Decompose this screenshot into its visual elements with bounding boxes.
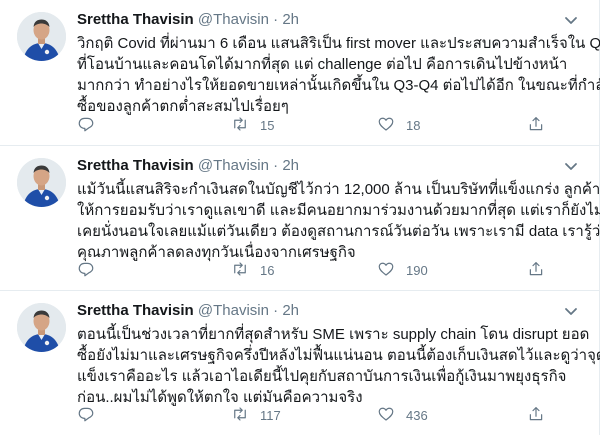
reply-button[interactable] — [77, 405, 106, 425]
tweet-text-line: ซื้อของลูกค้าตกต่ำสะสมไปเรื่อยๆ — [77, 98, 289, 115]
tweet-actions: 117 436 — [77, 405, 577, 425]
display-name[interactable]: Srettha Thavisin — [77, 302, 194, 319]
avatar[interactable] — [17, 303, 66, 352]
heart-icon — [377, 115, 395, 136]
reply-icon — [77, 405, 95, 426]
tweet-text-line: มากกว่า ทำอย่างไรให้ยอดขายเหล่านั้นเกิดข… — [77, 77, 600, 94]
share-button[interactable] — [527, 260, 545, 280]
retweet-icon — [231, 405, 249, 426]
tweet-text-line: ให้การยอมรับว่าเราดูแลเขาดี และมีคนอยากม… — [77, 202, 600, 219]
share-icon — [527, 405, 545, 426]
reply-icon — [77, 260, 95, 281]
share-button[interactable] — [527, 405, 545, 425]
tweet-actions: 16 190 — [77, 260, 577, 280]
tweet-actions: 15 18 — [77, 115, 577, 135]
like-count: 436 — [406, 407, 428, 423]
like-button[interactable]: 436 — [377, 405, 428, 425]
reply-icon — [77, 115, 95, 136]
like-count: 18 — [406, 117, 421, 133]
separator-dot: · — [273, 11, 279, 28]
reply-button[interactable] — [77, 260, 106, 280]
tweet[interactable]: Srettha Thavisin @Thavisin · 2h ตอนนี้เป… — [0, 291, 600, 435]
retweet-count: 16 — [260, 262, 275, 278]
tweet-text: วิกฤติ Covid ที่ผ่านมา 6 เดือน แสนสิริเป… — [77, 33, 600, 117]
tweet-header: Srettha Thavisin @Thavisin · 2h — [77, 301, 299, 321]
retweet-count: 117 — [260, 407, 281, 423]
share-icon — [527, 260, 545, 281]
tweet-text-line: แม้วันนี้แสนสิริจะกำเงินสดในบัญชีไว้กว่า… — [77, 181, 600, 198]
reply-button[interactable] — [77, 115, 106, 135]
chevron-down-icon[interactable] — [559, 8, 583, 32]
tweet-text-line: ตอนนี้เป็นช่วงเวลาที่ยากที่สุดสำหรับ SME… — [77, 326, 590, 343]
tweet-text-line: วิกฤติ Covid ที่ผ่านมา 6 เดือน แสนสิริเป… — [77, 35, 600, 52]
chevron-down-icon[interactable] — [559, 299, 583, 323]
tweet-text-line: เคยนั่งนอนใจเลยแม้แต่วันเดียว ต้องดูสถาน… — [77, 223, 600, 240]
timestamp[interactable]: 2h — [282, 11, 299, 28]
retweet-button[interactable]: 15 — [231, 115, 274, 135]
like-count: 190 — [406, 262, 428, 278]
user-handle[interactable]: @Thavisin — [198, 11, 269, 28]
user-handle[interactable]: @Thavisin — [198, 157, 269, 174]
tweet-text: ตอนนี้เป็นช่วงเวลาที่ยากที่สุดสำหรับ SME… — [77, 324, 600, 408]
tweet-text: แม้วันนี้แสนสิริจะกำเงินสดในบัญชีไว้กว่า… — [77, 179, 600, 263]
separator-dot: · — [273, 302, 279, 319]
timestamp[interactable]: 2h — [282, 302, 299, 319]
retweet-button[interactable]: 117 — [231, 405, 281, 425]
avatar[interactable] — [17, 158, 66, 207]
share-button[interactable] — [527, 115, 545, 135]
tweet-header: Srettha Thavisin @Thavisin · 2h — [77, 10, 299, 30]
retweet-count: 15 — [260, 117, 275, 133]
separator-dot: · — [273, 157, 279, 174]
tweet-text-line: แข็งเราคืออะไร แล้วเอาไอเดียนี้ไปคุยกับส… — [77, 368, 567, 385]
tweet-text-line: ที่โอนบ้านและคอนโดได้มากที่สุด แต่ chall… — [77, 56, 568, 73]
tweet-text-line: ซื้อยังไม่มาและเศรษฐกิจครึ่งปีหลังไม่ฟื้… — [77, 347, 600, 364]
display-name[interactable]: Srettha Thavisin — [77, 11, 194, 28]
retweet-button[interactable]: 16 — [231, 260, 274, 280]
tweet[interactable]: Srettha Thavisin @Thavisin · 2h วิกฤติ C… — [0, 0, 600, 146]
display-name[interactable]: Srettha Thavisin — [77, 157, 194, 174]
timeline: Srettha Thavisin @Thavisin · 2h วิกฤติ C… — [0, 0, 600, 435]
share-icon — [527, 115, 545, 136]
tweet-header: Srettha Thavisin @Thavisin · 2h — [77, 156, 299, 176]
avatar[interactable] — [17, 12, 66, 61]
like-button[interactable]: 18 — [377, 115, 420, 135]
chevron-down-icon[interactable] — [559, 154, 583, 178]
like-button[interactable]: 190 — [377, 260, 428, 280]
tweet[interactable]: Srettha Thavisin @Thavisin · 2h แม้วันนี… — [0, 146, 600, 291]
retweet-icon — [231, 115, 249, 136]
heart-icon — [377, 260, 395, 281]
retweet-icon — [231, 260, 249, 281]
timestamp[interactable]: 2h — [282, 157, 299, 174]
heart-icon — [377, 405, 395, 426]
user-handle[interactable]: @Thavisin — [198, 302, 269, 319]
